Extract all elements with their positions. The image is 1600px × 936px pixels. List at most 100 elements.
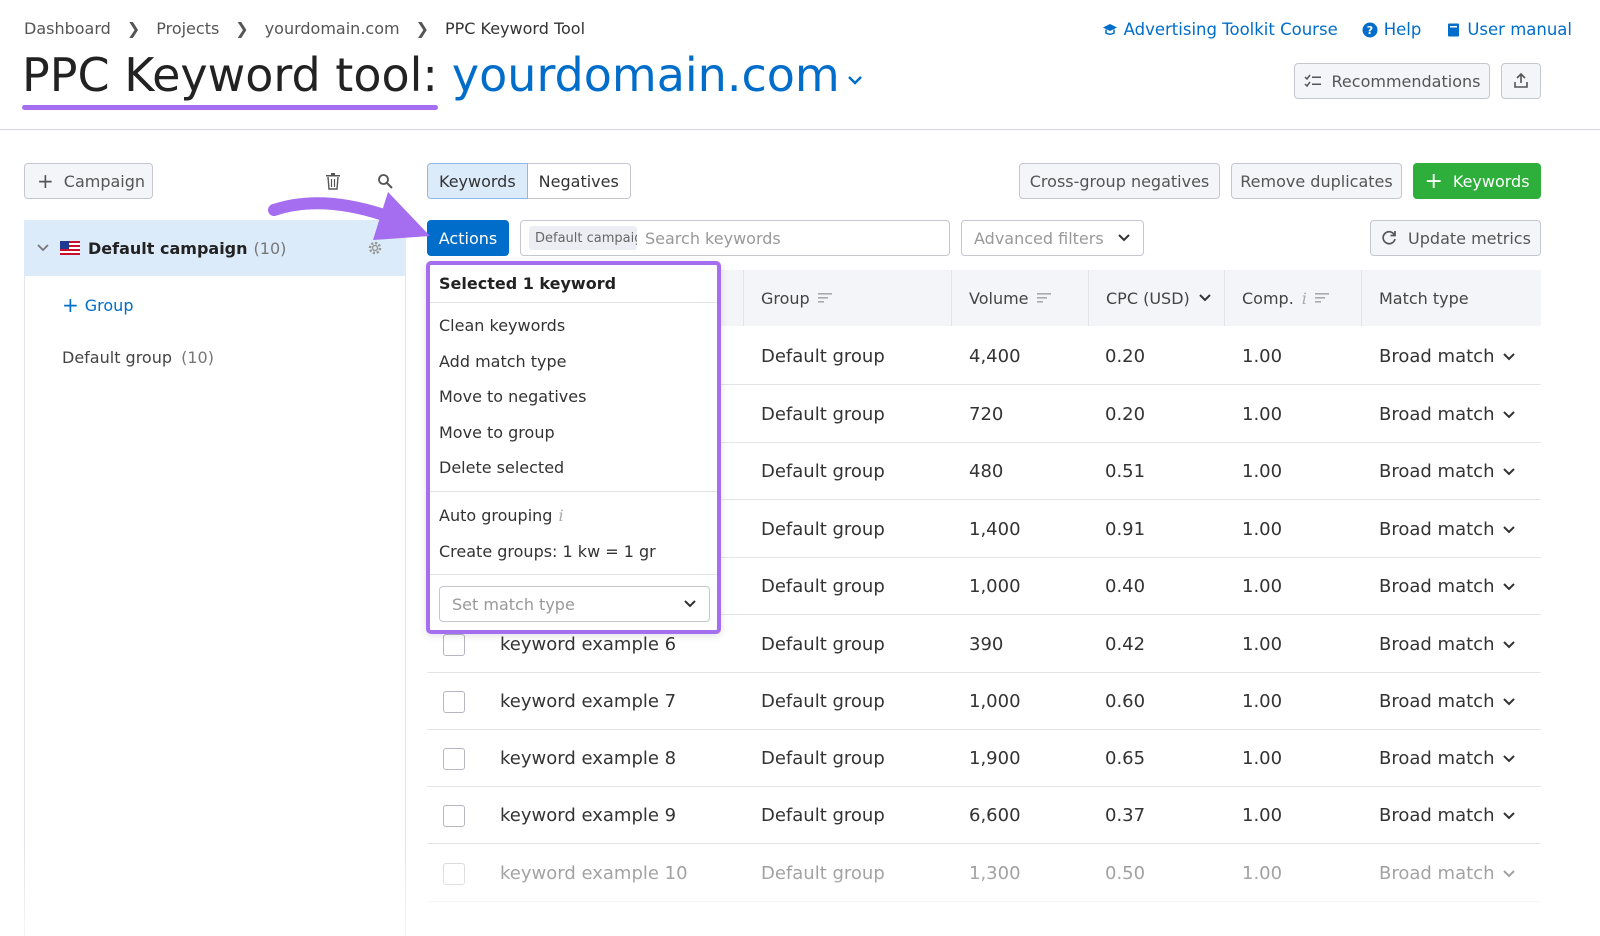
set-match-type-select[interactable]: Set match type xyxy=(439,586,710,622)
search-input[interactable]: Search keywords xyxy=(645,229,781,248)
column-header-comp[interactable]: Comp. i xyxy=(1242,270,1329,326)
match-type-dropdown[interactable]: Broad match xyxy=(1379,787,1516,844)
update-metrics-button[interactable]: Update metrics xyxy=(1370,220,1541,256)
breadcrumb: Dashboard ❯ Projects ❯ yourdomain.com ❯ … xyxy=(24,19,585,38)
advanced-filters-label: Advanced filters xyxy=(974,228,1104,248)
group-cell: Default group xyxy=(761,519,885,540)
chevron-right-icon: ❯ xyxy=(235,19,249,38)
match-type-dropdown[interactable]: Broad match xyxy=(1379,673,1516,730)
comp-cell: 1.00 xyxy=(1242,805,1283,826)
help-link-label: Help xyxy=(1383,20,1422,39)
menu-item-move-to-group[interactable]: Move to group xyxy=(439,423,555,442)
match-type-dropdown[interactable]: Broad match xyxy=(1379,730,1516,787)
chevron-down-icon[interactable] xyxy=(36,241,50,255)
keyword-cell: keyword example 9 xyxy=(500,805,677,826)
top-links: Advertising Toolkit Course ? Help User m… xyxy=(1102,20,1572,39)
menu-item-add-match-type[interactable]: Add match type xyxy=(439,352,567,371)
sidebar-item-default-group[interactable]: Default group (10) xyxy=(62,348,214,367)
menu-item-delete-selected[interactable]: Delete selected xyxy=(439,458,564,477)
group-cell: Default group xyxy=(761,691,885,712)
row-checkbox[interactable] xyxy=(443,804,465,827)
column-divider xyxy=(743,270,744,326)
column-divider xyxy=(1361,270,1362,326)
column-header-group[interactable]: Group xyxy=(761,270,832,326)
recommendations-label: Recommendations xyxy=(1331,71,1481,91)
volume-cell: 720 xyxy=(969,404,1004,425)
chevron-down-icon[interactable] xyxy=(844,69,866,91)
volume-cell: 6,600 xyxy=(969,805,1021,826)
cross-group-negatives-button[interactable]: Cross-group negatives xyxy=(1019,163,1220,199)
volume-cell: 4,400 xyxy=(969,346,1021,367)
user-manual-link[interactable]: User manual xyxy=(1445,20,1572,39)
match-type-dropdown[interactable]: Broad match xyxy=(1379,616,1516,673)
cpc-cell: 0.91 xyxy=(1105,519,1146,540)
info-icon[interactable]: i xyxy=(1302,289,1307,308)
sort-icon[interactable] xyxy=(1036,292,1051,304)
column-header-volume[interactable]: Volume xyxy=(969,270,1051,326)
match-type-value: Broad match xyxy=(1379,346,1495,367)
chevron-down-icon[interactable] xyxy=(1198,291,1212,305)
cpc-cell: 0.60 xyxy=(1105,691,1146,712)
campaign-filter-chip[interactable]: Default campaign xyxy=(529,226,637,250)
add-keywords-button[interactable]: + Keywords xyxy=(1413,163,1541,199)
row-checkbox[interactable] xyxy=(443,747,465,770)
match-type-dropdown[interactable]: Broad match xyxy=(1379,501,1516,558)
cpc-cell: 0.20 xyxy=(1105,346,1146,367)
add-campaign-button[interactable]: + Campaign xyxy=(24,163,153,199)
page-title: PPC Keyword tool: yourdomain.com xyxy=(22,48,866,110)
domain-selector[interactable]: yourdomain.com xyxy=(452,48,840,102)
breadcrumb-projects[interactable]: Projects xyxy=(156,19,219,38)
match-type-dropdown[interactable]: Broad match xyxy=(1379,443,1516,500)
comp-cell: 1.00 xyxy=(1242,691,1283,712)
export-button[interactable] xyxy=(1501,63,1541,99)
table-row[interactable]: keyword example 9 Default group 6,600 0.37 1… xyxy=(427,787,1541,844)
menu-item-move-to-negatives[interactable]: Move to negatives xyxy=(439,387,586,406)
help-link[interactable]: ? Help xyxy=(1362,20,1422,39)
chevron-right-icon: ❯ xyxy=(415,19,429,38)
export-icon xyxy=(1514,72,1528,88)
match-type-dropdown[interactable]: Broad match xyxy=(1379,558,1516,615)
cpc-cell: 0.51 xyxy=(1105,461,1146,482)
menu-item-clean-keywords[interactable]: Clean keywords xyxy=(439,316,565,335)
set-match-type-placeholder: Set match type xyxy=(452,594,575,614)
book-icon xyxy=(1445,22,1461,38)
plus-icon: + xyxy=(37,169,54,193)
course-link[interactable]: Advertising Toolkit Course xyxy=(1102,20,1338,39)
update-metrics-label: Update metrics xyxy=(1408,228,1531,248)
table-row[interactable]: keyword example 8 Default group 1,900 0.65 1… xyxy=(427,730,1541,787)
sort-icon[interactable] xyxy=(1314,292,1329,304)
match-type-dropdown[interactable]: Broad match xyxy=(1379,328,1516,385)
info-icon[interactable]: i xyxy=(558,506,563,525)
breadcrumb-dashboard[interactable]: Dashboard xyxy=(24,19,111,38)
column-volume-label: Volume xyxy=(969,288,1029,308)
breadcrumb-domain[interactable]: yourdomain.com xyxy=(265,19,400,38)
match-type-value: Broad match xyxy=(1379,404,1495,425)
advanced-filters-dropdown[interactable]: Advanced filters xyxy=(961,220,1144,256)
volume-cell: 1,900 xyxy=(969,748,1021,769)
add-group-button[interactable]: + Group xyxy=(62,293,133,317)
remove-duplicates-button[interactable]: Remove duplicates xyxy=(1231,163,1402,199)
search-keywords-field[interactable]: Default campaign Search keywords xyxy=(520,220,950,256)
breadcrumb-current: PPC Keyword Tool xyxy=(444,19,586,38)
cpc-cell: 0.65 xyxy=(1105,748,1146,769)
comp-cell: 1.00 xyxy=(1242,634,1283,655)
column-header-cpc[interactable]: CPC (USD) xyxy=(1106,270,1212,326)
menu-item-create-groups[interactable]: Create groups: 1 kw = 1 gr xyxy=(439,542,656,561)
actions-button[interactable]: Actions xyxy=(427,220,509,256)
tab-keywords[interactable]: Keywords xyxy=(427,163,528,199)
menu-item-auto-grouping[interactable]: Auto grouping i xyxy=(439,506,564,525)
chevron-right-icon: ❯ xyxy=(126,19,141,38)
row-checkbox[interactable] xyxy=(443,690,465,713)
tab-negatives[interactable]: Negatives xyxy=(527,163,631,199)
group-cell: Default group xyxy=(761,748,885,769)
match-type-value: Broad match xyxy=(1379,691,1495,712)
recommendations-button[interactable]: Recommendations xyxy=(1294,63,1490,99)
user-manual-label: User manual xyxy=(1467,20,1572,39)
chevron-down-icon xyxy=(1503,640,1516,648)
sort-icon[interactable] xyxy=(817,292,832,304)
match-type-dropdown[interactable]: Broad match xyxy=(1379,386,1516,443)
row-checkbox[interactable] xyxy=(443,633,465,656)
table-row[interactable]: keyword example 7 Default group 1,000 0.60 1… xyxy=(427,673,1541,730)
cpc-cell: 0.42 xyxy=(1105,634,1146,655)
plus-icon: + xyxy=(1424,168,1443,194)
